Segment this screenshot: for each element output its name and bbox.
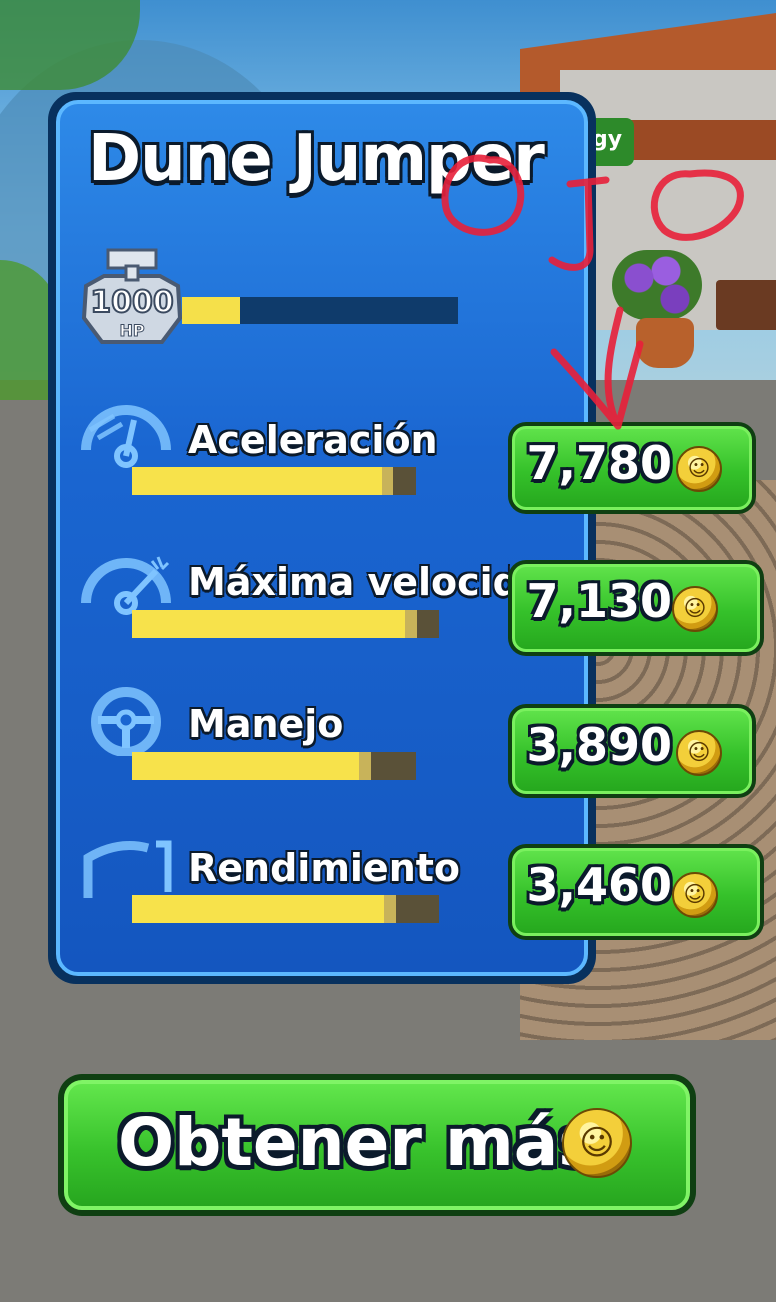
price-top-speed: 7,130 xyxy=(526,574,672,628)
stat-bar-fill xyxy=(132,752,360,780)
stat-label-handling: Manejo xyxy=(188,702,344,746)
upgrade-handling-button[interactable]: 3,890 ☺ xyxy=(508,704,756,798)
hp-badge-icon: 1000 HP xyxy=(81,248,183,344)
price-performance: 3,460 xyxy=(526,858,672,912)
coin-face: ☺ xyxy=(579,1123,615,1163)
price-handling: 3,890 xyxy=(526,718,672,772)
stat-bar-performance xyxy=(132,895,439,923)
coin-icon: ☺ xyxy=(672,586,718,632)
flower-bush xyxy=(612,250,702,320)
coin-face: ☺ xyxy=(683,882,707,908)
coin-icon: ☺ xyxy=(672,872,718,918)
performance-icon xyxy=(83,840,172,898)
bench xyxy=(716,280,776,330)
coin-face: ☺ xyxy=(687,456,711,482)
stat-bar-upgrade xyxy=(383,895,396,923)
price-acceleration: 7,780 xyxy=(526,436,672,490)
top-speed-icon xyxy=(81,556,171,615)
coin-icon: ☺ xyxy=(676,730,722,776)
acceleration-icon xyxy=(81,405,171,468)
stat-bar-acceleration xyxy=(132,467,416,495)
get-more-coins-button[interactable]: Obtener más ☺ xyxy=(58,1074,696,1216)
stat-bar-upgrade xyxy=(381,467,394,495)
stat-bar-handling xyxy=(132,752,416,780)
stat-bar-fill xyxy=(132,467,382,495)
stat-label-performance: Rendimiento xyxy=(188,846,461,890)
stat-bar-upgrade xyxy=(359,752,371,780)
coin-face: ☺ xyxy=(683,596,707,622)
stat-label-top-speed: Máxima velocidad xyxy=(188,560,510,604)
coin-icon: ☺ xyxy=(676,446,722,492)
handling-icon xyxy=(91,687,161,756)
upgrade-performance-button[interactable]: 3,460 ☺ xyxy=(508,844,764,940)
hp-progress-bar xyxy=(182,297,458,324)
car-name-title: Dune Jumper xyxy=(88,122,545,196)
stat-bar-upgrade xyxy=(405,610,418,638)
stat-label-acceleration: Aceleración xyxy=(188,418,438,462)
hp-badge-unit: HP xyxy=(119,321,144,340)
stat-bar-fill xyxy=(132,895,384,923)
hp-badge-value: 1000 xyxy=(90,285,174,320)
hp-progress-fill xyxy=(182,297,240,324)
stat-bar-top-speed xyxy=(132,610,439,638)
stat-bar-fill xyxy=(132,610,406,638)
coin-icon: ☺ xyxy=(562,1108,632,1178)
upgrade-top-speed-button[interactable]: 7,130 ☺ xyxy=(508,560,764,656)
upgrade-acceleration-button[interactable]: 7,780 ☺ xyxy=(508,422,756,514)
get-more-label: Obtener más xyxy=(118,1104,598,1181)
coin-face: ☺ xyxy=(687,740,711,766)
flower-pot xyxy=(636,318,694,368)
